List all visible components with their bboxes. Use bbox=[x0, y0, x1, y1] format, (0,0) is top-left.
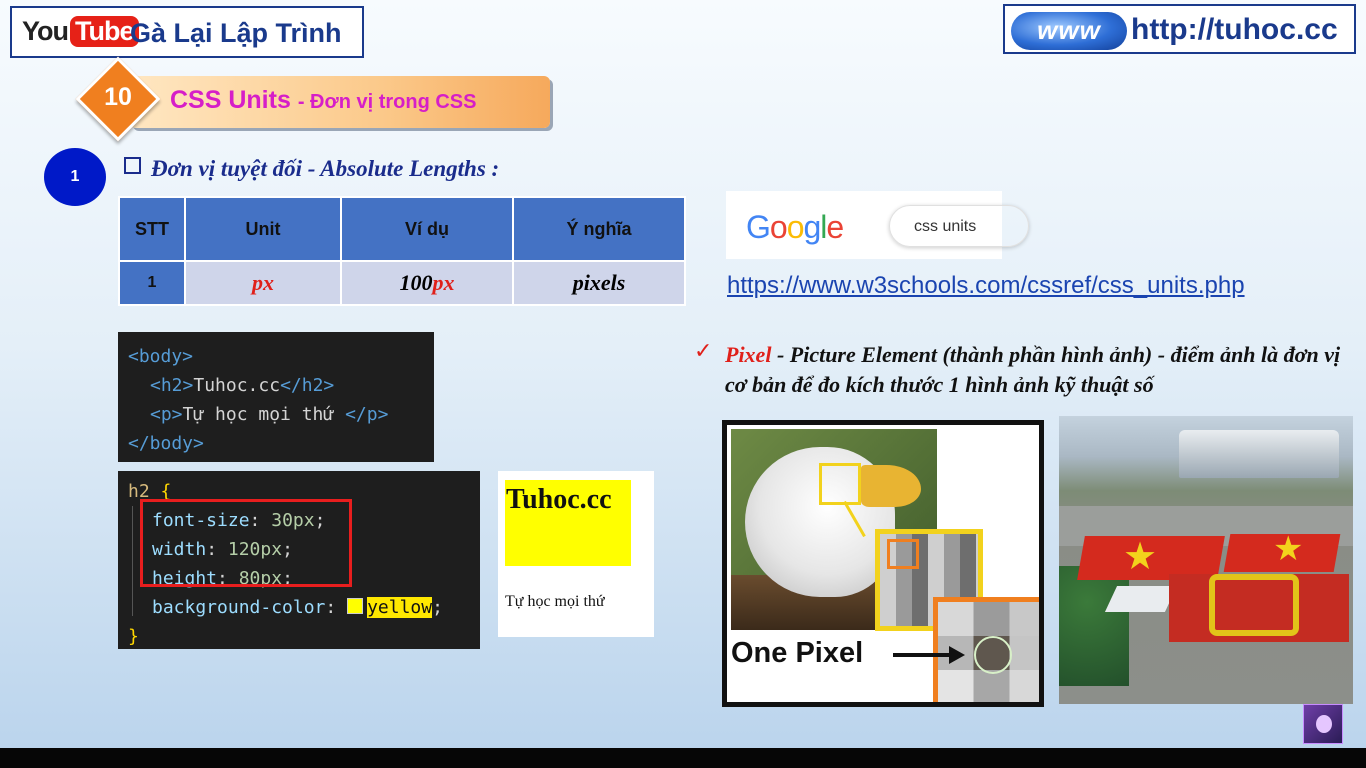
eagle-pixel-illustration: One Pixel bbox=[722, 420, 1044, 707]
lesson-title-main: CSS Units bbox=[170, 86, 291, 114]
lesson-subtitle: - Đơn vị trong CSS bbox=[297, 91, 477, 113]
css-code-block: h2 { font-size: 30px; width: 120px; heig… bbox=[118, 471, 480, 649]
pixel-highlight-circle bbox=[974, 636, 1012, 674]
color-swatch-icon bbox=[347, 598, 364, 614]
code-token: Tuhoc.cc bbox=[193, 375, 281, 396]
zoom-frame-eye bbox=[819, 463, 861, 505]
pixel-description: Pixel - Picture Element (thành phần hình… bbox=[725, 340, 1355, 400]
example-number: 100 bbox=[399, 270, 433, 295]
html-code-block: <body> <h2>Tuhoc.cc</h2> <p>Tự học mọi t… bbox=[118, 332, 434, 462]
preview-paragraph: Tự học mọi thứ bbox=[505, 593, 605, 610]
lesson-title-banner: CSS Units - Đơn vị trong CSS bbox=[130, 76, 550, 128]
stadium-photo: ★ ★ bbox=[1059, 416, 1353, 704]
pixel-row bbox=[938, 670, 1039, 702]
google-search-snippet: Google css units bbox=[726, 191, 1029, 259]
table-cell-example: 100px bbox=[340, 260, 514, 306]
css-property: background-color bbox=[152, 597, 326, 618]
stadium-trees bbox=[1059, 566, 1129, 686]
youtube-logo-you: You bbox=[22, 16, 69, 46]
w3schools-link[interactable]: https://www.w3schools.com/cssref/css_uni… bbox=[727, 272, 1245, 300]
stadium-building bbox=[1179, 430, 1339, 478]
star-icon: ★ bbox=[1123, 536, 1158, 578]
code-token: Tự học mọi thứ bbox=[182, 404, 346, 425]
section-number: 1 bbox=[44, 148, 106, 206]
channel-header: You Tube Gà Lại Lập Trình bbox=[10, 6, 364, 58]
checkmark-icon: ✓ bbox=[694, 338, 713, 363]
code-token: <p> bbox=[150, 404, 183, 425]
lesson-number: 10 bbox=[104, 83, 132, 111]
table-header-meaning: Ý nghĩa bbox=[512, 196, 686, 262]
code-token: <h2> bbox=[150, 375, 194, 396]
table-cell-unit: px bbox=[184, 260, 342, 306]
code-line: <h2>Tuhoc.cc</h2> bbox=[128, 371, 424, 400]
code-token: <body> bbox=[128, 346, 194, 367]
render-preview: Tuhoc.cc Tự học mọi thứ bbox=[498, 471, 654, 637]
table-header-stt: STT bbox=[118, 196, 186, 262]
pixel-definition: - Picture Element (thành phần hình ảnh) … bbox=[725, 342, 1341, 397]
channel-avatar[interactable] bbox=[1303, 704, 1343, 744]
code-token: } bbox=[128, 626, 139, 647]
website-header: www http://tuhoc.cc bbox=[1003, 4, 1356, 54]
star-icon: ★ bbox=[1273, 530, 1304, 568]
indent-guide bbox=[132, 506, 133, 616]
units-table: STT Unit Ví dụ Ý nghĩa 1 px 100px pixels bbox=[118, 196, 686, 306]
code-line: <p>Tự học mọi thứ </p> bbox=[128, 400, 424, 429]
google-logo: Google bbox=[746, 209, 844, 245]
stadium-tent bbox=[1104, 586, 1178, 612]
section-title: Đơn vị tuyệt đối - Absolute Lengths : bbox=[124, 156, 499, 182]
google-search-input[interactable]: css units bbox=[889, 205, 1029, 247]
code-line: } bbox=[128, 622, 470, 651]
table-header-row: STT Unit Ví dụ Ý nghĩa bbox=[118, 196, 686, 262]
table-header-example: Ví dụ bbox=[340, 196, 514, 262]
one-pixel-label: One Pixel bbox=[731, 637, 864, 669]
www-globe-icon: www bbox=[1011, 12, 1127, 50]
arrow-icon bbox=[893, 653, 953, 657]
pixel-term: Pixel bbox=[725, 342, 772, 367]
table-cell-stt: 1 bbox=[118, 260, 186, 306]
code-line: </body> bbox=[128, 429, 424, 458]
example-unit: px bbox=[432, 270, 455, 295]
zoom-frame-pixel-detail bbox=[887, 539, 919, 569]
code-token: </body> bbox=[128, 433, 204, 454]
checkbox-bullet-icon bbox=[124, 157, 141, 174]
code-line: <body> bbox=[128, 342, 424, 371]
youtube-logo-tube: Tube bbox=[70, 16, 139, 47]
site-url: http://tuhoc.cc bbox=[1131, 13, 1338, 46]
code-line: background-color: yellow; bbox=[152, 597, 443, 618]
channel-name: Gà Lại Lập Trình bbox=[130, 18, 342, 48]
code-token: </h2> bbox=[280, 375, 335, 396]
table-cell-meaning: pixels bbox=[512, 260, 686, 306]
highlight-box bbox=[140, 499, 352, 587]
section-title-text: Đơn vị tuyệt đối - Absolute Lengths : bbox=[151, 156, 500, 181]
table-row: 1 px 100px pixels bbox=[118, 260, 686, 306]
arrow-head-icon bbox=[949, 646, 965, 664]
preview-heading: Tuhoc.cc bbox=[505, 480, 631, 566]
table-header-unit: Unit bbox=[184, 196, 342, 262]
code-token: </p> bbox=[345, 404, 389, 425]
lesson-title: CSS Units - Đơn vị trong CSS bbox=[170, 86, 476, 115]
css-value: yellow bbox=[367, 597, 433, 618]
crowd-emblem bbox=[1209, 574, 1299, 636]
video-bottom-bar bbox=[0, 748, 1366, 768]
youtube-logo: You Tube bbox=[22, 16, 139, 47]
